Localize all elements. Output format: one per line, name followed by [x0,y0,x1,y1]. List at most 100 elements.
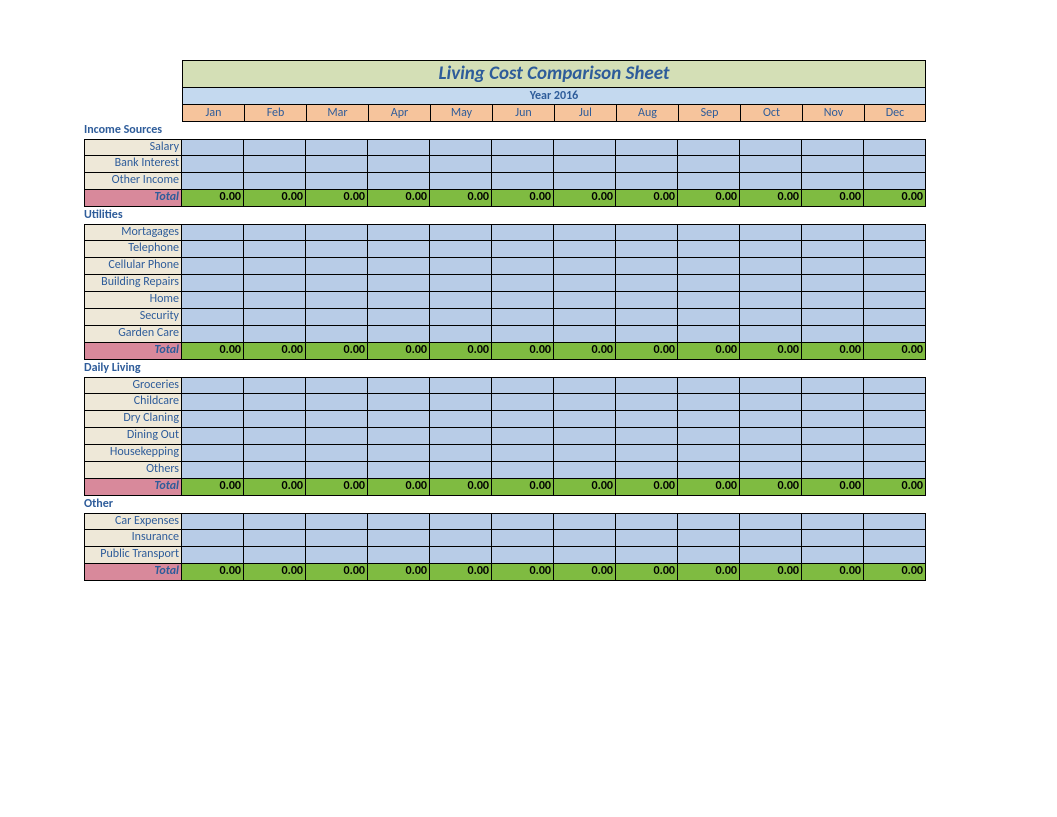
data-cell[interactable] [306,428,368,445]
data-cell[interactable] [802,377,864,394]
data-cell[interactable] [492,530,554,547]
data-cell[interactable] [554,445,616,462]
data-cell[interactable] [802,530,864,547]
data-cell[interactable] [802,394,864,411]
data-cell[interactable] [244,309,306,326]
data-cell[interactable] [182,428,244,445]
data-cell[interactable] [182,394,244,411]
data-cell[interactable] [244,326,306,343]
data-cell[interactable] [430,156,492,173]
data-cell[interactable] [740,462,802,479]
data-cell[interactable] [244,411,306,428]
data-cell[interactable] [740,428,802,445]
data-cell[interactable] [616,377,678,394]
data-cell[interactable] [864,411,926,428]
data-cell[interactable] [430,326,492,343]
data-cell[interactable] [430,292,492,309]
data-cell[interactable] [616,445,678,462]
data-cell[interactable] [554,275,616,292]
data-cell[interactable] [554,258,616,275]
data-cell[interactable] [554,326,616,343]
data-cell[interactable] [802,547,864,564]
data-cell[interactable] [864,156,926,173]
data-cell[interactable] [430,445,492,462]
data-cell[interactable] [306,394,368,411]
data-cell[interactable] [182,326,244,343]
data-cell[interactable] [244,445,306,462]
data-cell[interactable] [492,139,554,156]
data-cell[interactable] [802,326,864,343]
data-cell[interactable] [554,241,616,258]
data-cell[interactable] [678,309,740,326]
data-cell[interactable] [368,326,430,343]
data-cell[interactable] [306,377,368,394]
data-cell[interactable] [802,241,864,258]
data-cell[interactable] [492,394,554,411]
data-cell[interactable] [802,292,864,309]
data-cell[interactable] [182,173,244,190]
data-cell[interactable] [306,462,368,479]
data-cell[interactable] [244,292,306,309]
data-cell[interactable] [864,326,926,343]
data-cell[interactable] [430,394,492,411]
data-cell[interactable] [616,547,678,564]
data-cell[interactable] [182,445,244,462]
data-cell[interactable] [430,513,492,530]
data-cell[interactable] [492,173,554,190]
data-cell[interactable] [740,309,802,326]
data-cell[interactable] [802,139,864,156]
data-cell[interactable] [802,173,864,190]
data-cell[interactable] [740,139,802,156]
data-cell[interactable] [616,156,678,173]
data-cell[interactable] [244,462,306,479]
data-cell[interactable] [368,241,430,258]
data-cell[interactable] [616,241,678,258]
data-cell[interactable] [678,462,740,479]
data-cell[interactable] [244,258,306,275]
data-cell[interactable] [492,547,554,564]
data-cell[interactable] [182,530,244,547]
data-cell[interactable] [182,139,244,156]
data-cell[interactable] [430,309,492,326]
data-cell[interactable] [740,547,802,564]
data-cell[interactable] [182,292,244,309]
data-cell[interactable] [368,173,430,190]
data-cell[interactable] [616,224,678,241]
data-cell[interactable] [244,139,306,156]
data-cell[interactable] [554,309,616,326]
data-cell[interactable] [554,547,616,564]
data-cell[interactable] [678,241,740,258]
data-cell[interactable] [182,309,244,326]
data-cell[interactable] [430,428,492,445]
data-cell[interactable] [678,411,740,428]
data-cell[interactable] [678,445,740,462]
data-cell[interactable] [616,411,678,428]
data-cell[interactable] [554,173,616,190]
data-cell[interactable] [864,530,926,547]
data-cell[interactable] [864,428,926,445]
data-cell[interactable] [864,445,926,462]
data-cell[interactable] [306,173,368,190]
data-cell[interactable] [368,394,430,411]
data-cell[interactable] [678,139,740,156]
data-cell[interactable] [492,258,554,275]
data-cell[interactable] [492,445,554,462]
data-cell[interactable] [244,173,306,190]
data-cell[interactable] [306,326,368,343]
data-cell[interactable] [430,224,492,241]
data-cell[interactable] [244,156,306,173]
data-cell[interactable] [802,428,864,445]
data-cell[interactable] [430,139,492,156]
data-cell[interactable] [430,258,492,275]
data-cell[interactable] [182,547,244,564]
data-cell[interactable] [554,224,616,241]
data-cell[interactable] [368,411,430,428]
data-cell[interactable] [244,530,306,547]
data-cell[interactable] [740,394,802,411]
data-cell[interactable] [616,292,678,309]
data-cell[interactable] [492,428,554,445]
data-cell[interactable] [678,156,740,173]
data-cell[interactable] [678,224,740,241]
data-cell[interactable] [244,241,306,258]
data-cell[interactable] [864,241,926,258]
